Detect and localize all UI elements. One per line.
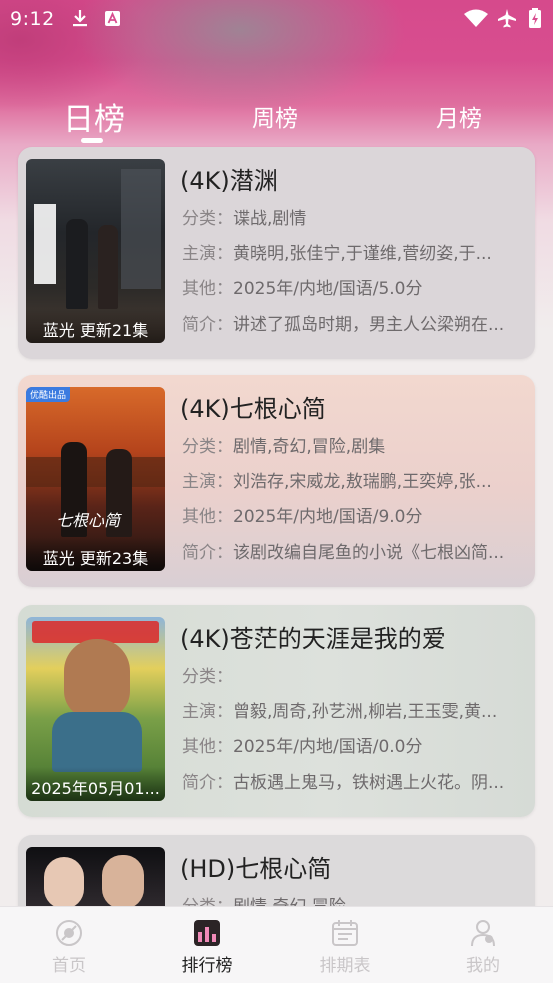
tab-weekly[interactable]: 周榜 bbox=[252, 99, 298, 133]
item-other: 其他：2025年/内地/国语/0.0分 bbox=[182, 732, 530, 757]
cast-label: 主演： bbox=[182, 244, 233, 264]
item-title: (HD)七根心简 bbox=[180, 855, 332, 883]
cast-value: 刘浩存,宋威龙,敖瑞鹏,王奕婷,张... bbox=[233, 472, 492, 492]
cast-label: 主演： bbox=[182, 472, 233, 492]
wifi-icon bbox=[464, 9, 488, 27]
nav-home-label: 首页 bbox=[52, 956, 86, 976]
battery-charging-icon bbox=[529, 8, 541, 28]
tab-monthly[interactable]: 月榜 bbox=[436, 99, 482, 133]
airplane-icon bbox=[498, 9, 516, 28]
nav-profile[interactable]: 我的 bbox=[414, 907, 552, 983]
ranking-card[interactable]: 蓝光 更新21集 (4K)潜渊 分类：谍战,剧情 主演：黄晓明,张佳宁,于谨维,… bbox=[18, 147, 535, 359]
intro-value: 古板遇上鬼马，铁树遇上火花。阴... bbox=[233, 773, 505, 793]
cast-label: 主演： bbox=[182, 702, 233, 722]
profile-icon bbox=[471, 920, 495, 947]
item-category: 分类：谍战,剧情 bbox=[182, 204, 530, 229]
item-cast: 主演：刘浩存,宋威龙,敖瑞鹏,王奕婷,张... bbox=[182, 467, 530, 492]
category-value: 剧情,奇幻,冒险,剧集 bbox=[233, 437, 386, 457]
other-label: 其他： bbox=[182, 507, 233, 527]
download-icon bbox=[73, 10, 87, 27]
cast-value: 黄晓明,张佳宁,于谨维,菅纫姿,于... bbox=[233, 244, 492, 264]
tab-daily[interactable]: 日榜 bbox=[63, 94, 125, 139]
poster-image[interactable]: 蓝光 更新21集 bbox=[26, 159, 165, 343]
intro-label: 简介： bbox=[182, 315, 233, 335]
other-value: 2025年/内地/国语/5.0分 bbox=[233, 279, 423, 299]
nav-ranking[interactable]: 排行榜 bbox=[138, 907, 276, 983]
other-value: 2025年/内地/国语/9.0分 bbox=[233, 507, 423, 527]
item-intro: 简介：古板遇上鬼马，铁树遇上火花。阴... bbox=[182, 768, 530, 793]
category-value: 谍战,剧情 bbox=[233, 209, 307, 229]
poster-image[interactable]: 七根心简 优酷出品 蓝光 更新23集 bbox=[26, 387, 165, 571]
category-label: 分类： bbox=[182, 437, 233, 457]
item-cast: 主演：曾毅,周奇,孙艺洲,柳岩,王玉雯,黄... bbox=[182, 697, 530, 722]
other-label: 其他： bbox=[182, 279, 233, 299]
ranking-icon bbox=[194, 920, 220, 946]
nav-schedule[interactable]: 排期表 bbox=[276, 907, 414, 983]
item-cast: 主演：黄晓明,张佳宁,于谨维,菅纫姿,于... bbox=[182, 239, 530, 264]
item-intro: 简介：该剧改编自尾鱼的小说《七根凶简... bbox=[182, 538, 530, 563]
app-a-icon bbox=[105, 11, 120, 26]
item-category: 分类： bbox=[182, 662, 530, 687]
category-label: 分类： bbox=[182, 667, 233, 687]
item-title: (4K)苍茫的天涯是我的爱 bbox=[180, 625, 446, 653]
nav-home[interactable]: 首页 bbox=[0, 907, 138, 983]
other-value: 2025年/内地/国语/0.0分 bbox=[233, 737, 423, 757]
item-category: 分类：剧情,奇幻,冒险,剧集 bbox=[182, 432, 530, 457]
ranking-card[interactable]: 七根心简 优酷出品 蓝光 更新23集 (4K)七根心简 分类：剧情,奇幻,冒险,… bbox=[18, 375, 535, 587]
nav-schedule-label: 排期表 bbox=[319, 956, 371, 976]
home-icon bbox=[56, 920, 82, 946]
ranking-card[interactable]: 2025年05月01... (4K)苍茫的天涯是我的爱 分类： 主演：曾毅,周奇… bbox=[18, 605, 535, 817]
poster-caption: 蓝光 更新21集 bbox=[26, 309, 165, 343]
intro-label: 简介： bbox=[182, 543, 233, 563]
item-other: 其他：2025年/内地/国语/9.0分 bbox=[182, 502, 530, 527]
poster-tag: 优酷出品 bbox=[26, 387, 71, 402]
intro-value: 该剧改编自尾鱼的小说《七根凶简... bbox=[233, 543, 505, 563]
nav-ranking-label: 排行榜 bbox=[181, 956, 233, 976]
status-time: 9:12 bbox=[10, 8, 55, 30]
item-other: 其他：2025年/内地/国语/5.0分 bbox=[182, 274, 530, 299]
intro-label: 简介： bbox=[182, 773, 233, 793]
cast-value: 曾毅,周奇,孙艺洲,柳岩,王玉雯,黄... bbox=[233, 702, 498, 722]
active-tab-indicator bbox=[81, 138, 103, 143]
calendar-icon bbox=[332, 920, 358, 946]
bottom-navigation: 首页 排行榜 排期表 我的 bbox=[0, 906, 553, 983]
item-title: (4K)七根心简 bbox=[180, 395, 326, 423]
category-label: 分类： bbox=[182, 209, 233, 229]
nav-profile-label: 我的 bbox=[466, 956, 500, 976]
intro-value: 讲述了孤岛时期，男主人公梁朔在... bbox=[233, 315, 505, 335]
other-label: 其他： bbox=[182, 737, 233, 757]
poster-caption: 2025年05月01... bbox=[26, 767, 165, 801]
poster-image[interactable]: 2025年05月01... bbox=[26, 617, 165, 801]
status-bar: 9:12 bbox=[0, 0, 553, 38]
item-title: (4K)潜渊 bbox=[180, 167, 278, 195]
poster-caption: 蓝光 更新23集 bbox=[26, 537, 165, 571]
item-intro: 简介：讲述了孤岛时期，男主人公梁朔在... bbox=[182, 310, 530, 335]
